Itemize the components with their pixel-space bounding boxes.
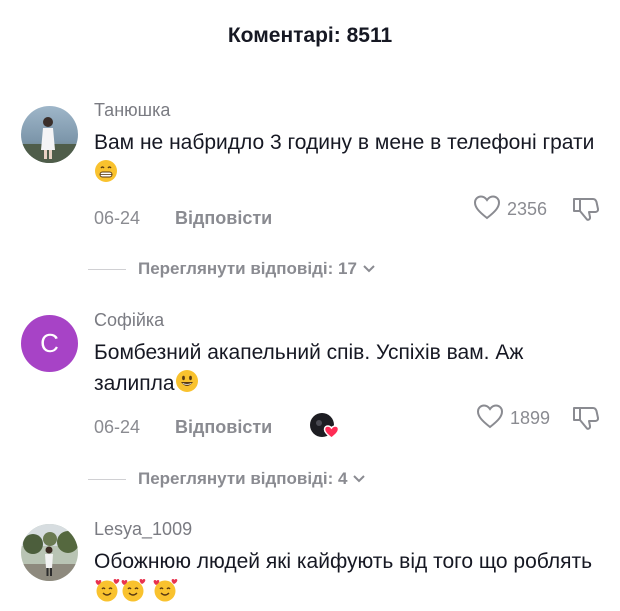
like-button[interactable]: 2356	[473, 194, 547, 225]
comment-date: 06-24	[94, 208, 141, 228]
smiling-face-with-hearts-icon	[152, 578, 178, 611]
comment-username[interactable]: Lesya_1009	[94, 519, 192, 540]
divider-line	[88, 478, 126, 480]
chevron-down-icon	[352, 469, 366, 489]
comment-text: Бомбезний акапельний спів. Успіхів вам. …	[94, 337, 604, 402]
comment-date: 06-24	[94, 417, 141, 437]
like-count: 1899	[510, 408, 551, 428]
avatar[interactable]	[21, 106, 78, 163]
view-replies-button[interactable]: Переглянути відповіді: 17	[88, 259, 376, 279]
reply-button[interactable]: Відповісти	[175, 208, 272, 229]
view-replies-button[interactable]: Переглянути відповіді: 4	[88, 469, 366, 489]
comment-text: Вам не набридло 3 годину в мене в телефо…	[94, 127, 604, 192]
comments-count-title: Коментарі: 8511	[227, 24, 393, 47]
comment-username[interactable]: Софійка	[94, 310, 164, 331]
like-button[interactable]: 1899	[476, 403, 550, 434]
reply-button[interactable]: Відповісти	[175, 417, 272, 438]
dislike-icon[interactable]	[571, 195, 601, 228]
avatar[interactable]: C	[21, 315, 78, 372]
smiling-face-with-hearts-icon	[120, 578, 146, 611]
divider-line	[88, 268, 126, 270]
comment-text: Обожнюю людей які кайфують від того що р…	[94, 546, 604, 611]
smiling-face-with-hearts-icon	[94, 578, 120, 611]
dislike-icon[interactable]	[571, 404, 601, 437]
heart-outline-icon	[473, 194, 501, 225]
creator-liked-icon	[309, 412, 341, 440]
avatar[interactable]	[21, 524, 78, 581]
heart-outline-icon	[476, 403, 504, 434]
like-count: 2356	[507, 199, 548, 219]
grinning-emoji-icon	[94, 159, 118, 192]
smiling-emoji-icon	[175, 369, 199, 402]
chevron-down-icon	[362, 259, 376, 279]
comment-username[interactable]: Танюшка	[94, 100, 170, 121]
